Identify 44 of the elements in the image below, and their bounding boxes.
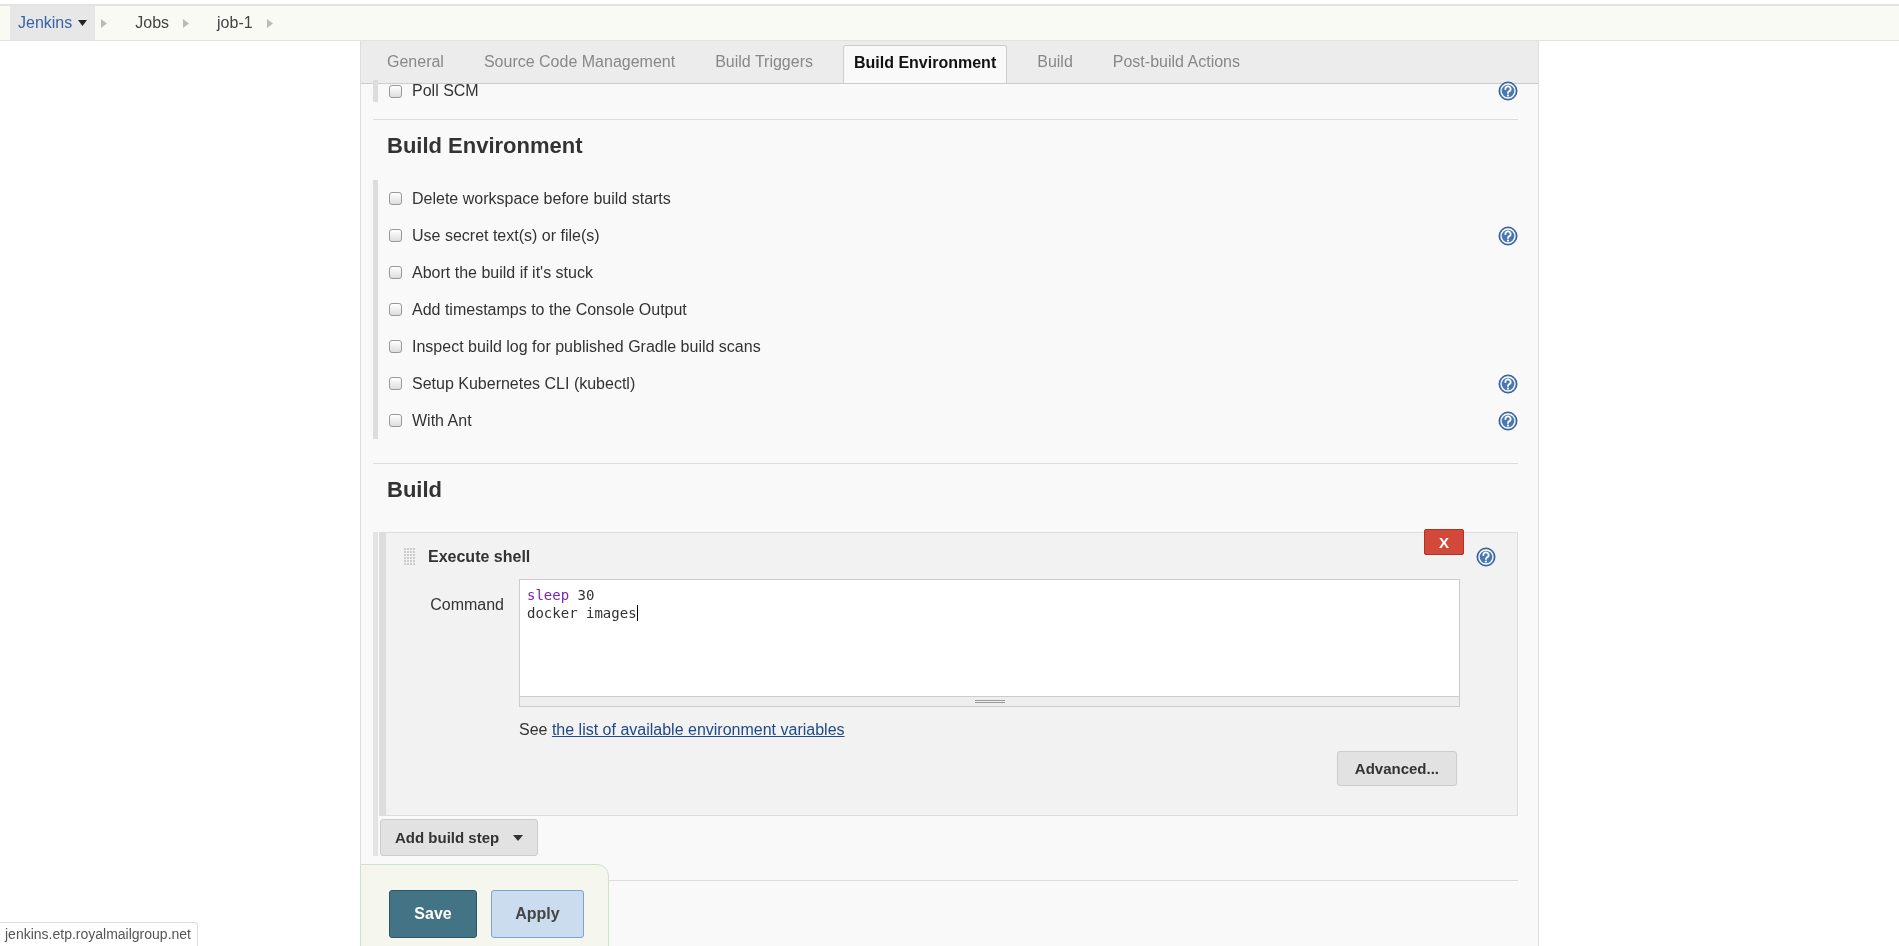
breadcrumb-link[interactable]: Jobs <box>135 14 170 32</box>
checkbox-label: Inspect build log for published Gradle build scans <box>412 337 761 356</box>
checkbox[interactable] <box>389 414 402 427</box>
step-title: Execute shell <box>428 548 531 566</box>
delete-button[interactable]: X <box>1424 529 1464 555</box>
drag-handle-icon[interactable] <box>404 548 416 566</box>
help-icon[interactable] <box>1476 547 1496 567</box>
command-field[interactable]: sleep 30 docker images <box>519 579 1460 697</box>
checkbox[interactable] <box>389 84 402 98</box>
section-heading: Build <box>386 476 443 504</box>
chevron-icon <box>183 18 190 28</box>
breadcrumb-link[interactable]: job-1 <box>217 14 253 32</box>
help-icon[interactable] <box>1498 373 1518 394</box>
chevron-icon <box>266 18 273 28</box>
help-icon[interactable] <box>1498 81 1518 101</box>
caret-icon[interactable] <box>78 20 88 26</box>
checkbox[interactable] <box>389 377 402 390</box>
help-text: See <box>519 721 548 738</box>
chevron-icon <box>101 18 108 28</box>
tab[interactable]: Build Environment <box>843 45 1008 83</box>
add-build-step-button[interactable]: Add build step <box>380 819 539 856</box>
checkbox-label: Setup Kubernetes CLI (kubectl) <box>412 374 636 393</box>
checkbox[interactable] <box>389 229 402 242</box>
env-variables-link[interactable]: the list of available environment variables <box>551 721 845 738</box>
checkbox[interactable] <box>389 340 402 353</box>
checkbox-label: Delete workspace before build starts <box>412 189 671 208</box>
section-heading: Build Environment <box>386 132 584 160</box>
save-button[interactable]: Save <box>389 890 477 938</box>
help-icon[interactable] <box>1498 410 1518 431</box>
caret-icon <box>513 834 524 841</box>
checkbox-label: Poll SCM <box>412 82 479 100</box>
checkbox-label: Abort the build if it's stuck <box>412 263 593 282</box>
checkbox-label: With Ant <box>412 411 472 430</box>
advanced-button[interactable]: Advanced... <box>1336 751 1457 786</box>
checkbox-label: Add timestamps to the Console Output <box>412 300 687 319</box>
checkbox[interactable] <box>389 303 402 316</box>
checkbox-label: Use secret text(s) or file(s) <box>412 226 600 245</box>
checkbox[interactable] <box>389 266 402 279</box>
checkbox[interactable] <box>389 192 402 205</box>
help-icon[interactable] <box>1498 225 1518 246</box>
field-label: Command <box>429 595 504 615</box>
resize-handle[interactable] <box>519 697 1460 707</box>
apply-button[interactable]: Apply <box>491 890 584 938</box>
status-url: jenkins.etp.royalmailgroup.net <box>0 922 198 946</box>
